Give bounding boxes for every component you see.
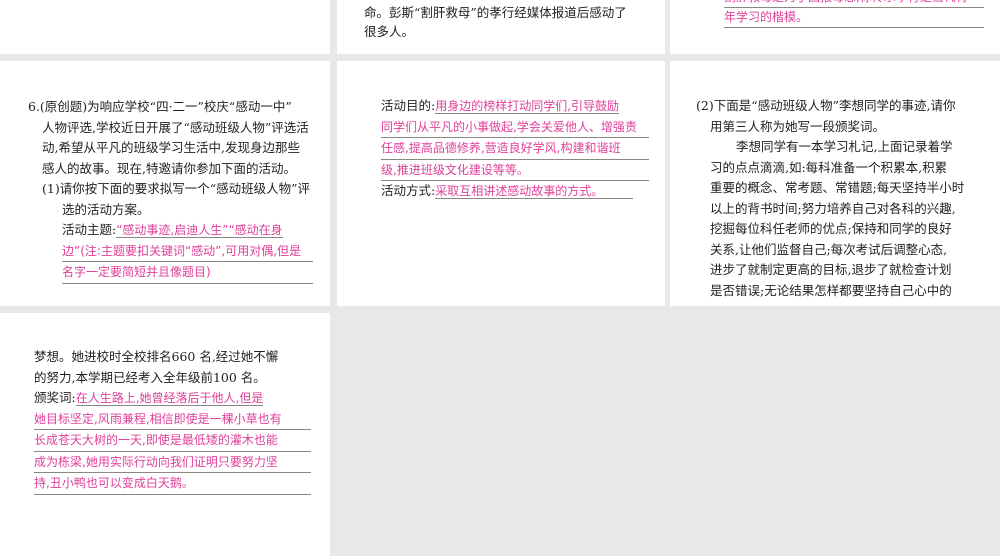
slide-activity-plan: 活动目的:用身边的榜样打动同学们,引导鼓励 同学们从平凡的小事做起,学会关爱他人… [337, 61, 665, 306]
award-answer: 长成苍天大树的一天,即使是最低矮的灌木也能 [34, 430, 311, 452]
award-answer: 她目标坚定,风雨兼程,相信即使是一棵小草也有 [34, 409, 311, 430]
story-text: 梦想。她进校时全校排名660 名,经过她不懈 [34, 349, 279, 364]
method-answer: 采取互相讲述感动故事的方式。 [435, 184, 634, 199]
story-text: 习的点点滴滴,如:每科准备一个积累本,积累 [710, 159, 948, 175]
story-text: 重要的概念、常考题、常错题;每天坚持半小时 [710, 180, 965, 195]
purpose-answer: 同学们从平凡的小事做起,学会关爱他人、增强责 [381, 117, 649, 138]
slide-top-left [0, 0, 330, 54]
question-text: 人物评选,学校近日开展了“感动班级人物”评选活 [42, 119, 309, 135]
purpose-answer: 级,推进班级文化建设等等。 [381, 160, 649, 181]
award-answer: 成为栋梁,她用实际行动向我们证明只要努力坚 [34, 452, 311, 473]
question-text: 6.(原创题)为响应学校“四·二一”校庆“感动一中” [28, 99, 292, 114]
award-label: 颁奖词: [34, 390, 76, 405]
slide-top-right: 割肝救母是为了回报母恩,你传承孝行是当代青 年学习的楷模。 [670, 0, 1000, 54]
theme-answer: “感动事迹,启迪人生”“感动在身 [116, 223, 283, 238]
story-text: 的努力,本学期已经考入全年级前100 名。 [34, 369, 266, 385]
purpose-answer: 用身边的榜样打动同学们,引导鼓励 [435, 99, 620, 114]
text-line: 很多人。 [364, 24, 415, 39]
story-text: 进步了就制定更高的目标,退步了就检查计划 [710, 262, 952, 277]
purpose-label: 活动目的: [381, 98, 436, 113]
method-label: 活动方式: [381, 183, 436, 198]
theme-label: 活动主题: [62, 222, 117, 237]
story-text: 关系,让他们监督自己;每次考试后调整心态, [710, 241, 948, 257]
story-text: 李想同学有一本学习札记,上面记录着学 [736, 139, 953, 154]
story-text: 以上的背书时间;努力培养自己对各科的兴趣, [710, 200, 956, 216]
story-text: 是否错误;无论结果怎样都要坚持自己心中的 [710, 282, 952, 298]
question-text: 感人的故事。现在,特邀请你参加下面的活动。 [42, 160, 296, 176]
question-text: (2)下面是“感动班级人物”李想同学的事迹,请你 [696, 98, 956, 113]
text-line: 命。彭斯“割肝救母”的孝行经媒体报道后感动了 [364, 5, 627, 20]
slide-top-middle: 命。彭斯“割肝救母”的孝行经媒体报道后感动了 很多人。 [337, 0, 665, 54]
answer-line: 年学习的楷模。 [724, 8, 984, 28]
story-text: 挖掘每位科任老师的优点;保持和同学的良好 [710, 221, 952, 236]
answer-line: 割肝救母是为了回报母恩,你传承孝行是当代青 [724, 0, 984, 8]
question-text: 用第三人称为她写一段颁奖词。 [710, 118, 886, 134]
question-text: 选的活动方案。 [62, 201, 150, 217]
award-answer: 持,丑小鸭也可以变成白天鹅。 [34, 473, 311, 495]
theme-answer: 名字一定要简短并且像题目) [62, 262, 313, 284]
question-text: (1)请你按下面的要求拟写一个“感动班级人物”评 [42, 181, 310, 196]
slide-part2: (2)下面是“感动班级人物”李想同学的事迹,请你 用第三人称为她写一段颁奖词。 … [670, 61, 1000, 306]
purpose-answer: 任感,提高品德修养,营造良好学风,构建和谐班 [381, 138, 649, 160]
theme-answer: 边”(注:主题要扣关键词“感动”,可用对偶,但是 [62, 241, 313, 262]
slide-award: 梦想。她进校时全校排名660 名,经过她不懈 的努力,本学期已经考入全年级前10… [0, 313, 330, 556]
question-text: 动,希望从平凡的班级学习生活中,发现身边那些 [42, 140, 300, 155]
slide-question-intro: 6.(原创题)为响应学校“四·二一”校庆“感动一中” 人物评选,学校近日开展了“… [0, 61, 330, 306]
award-answer: 在人生路上,她曾经落后于他人,但是 [75, 391, 264, 406]
